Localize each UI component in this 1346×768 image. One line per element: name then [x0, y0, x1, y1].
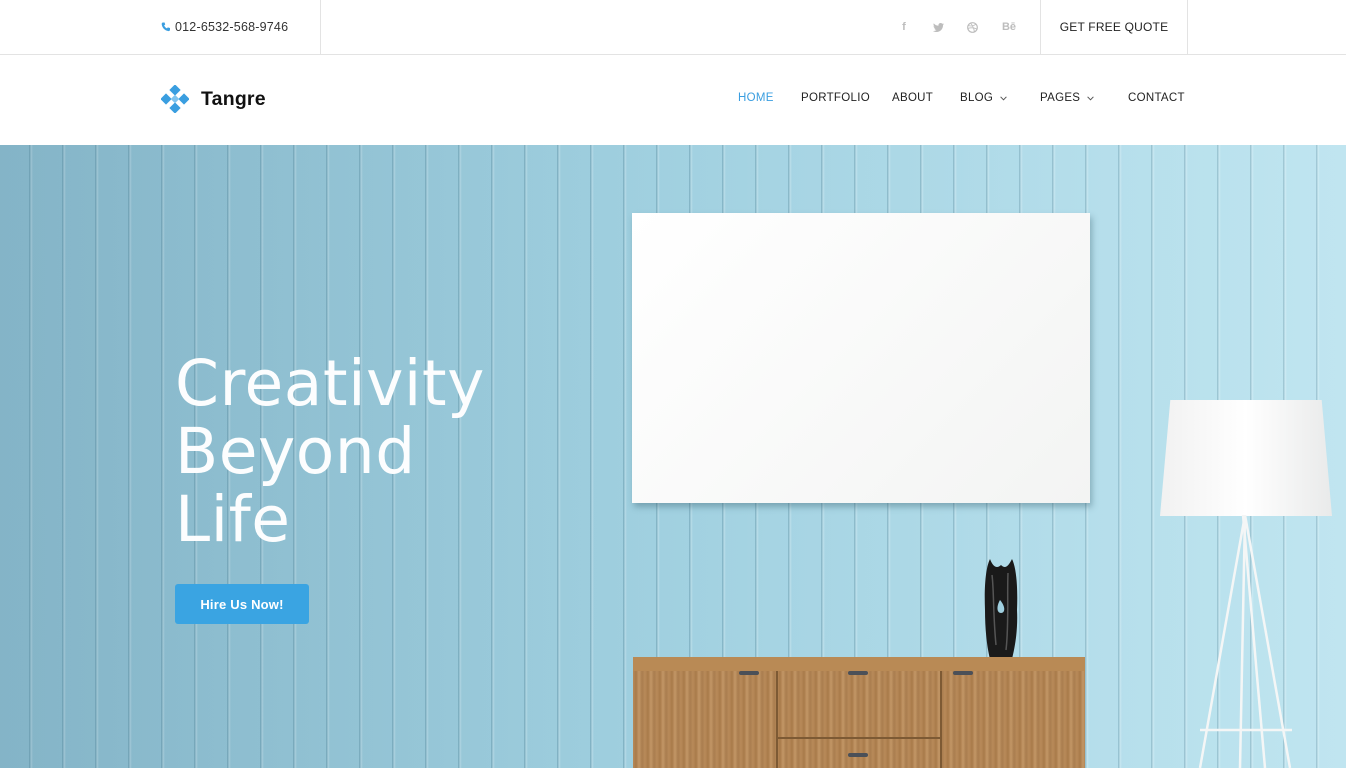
- nav-item-portfolio[interactable]: PORTFOLIO: [801, 92, 870, 104]
- divider: [1187, 0, 1188, 54]
- nav-item-home[interactable]: HOME: [738, 92, 774, 104]
- hero-blank-canvas-frame: [632, 213, 1090, 503]
- nav-label: PAGES: [1040, 92, 1081, 104]
- facebook-icon[interactable]: f: [896, 19, 912, 35]
- twitter-icon[interactable]: [930, 19, 946, 35]
- divider: [320, 0, 321, 54]
- nav-label: CONTACT: [1128, 92, 1185, 104]
- brand-logo[interactable]: Tangre: [161, 85, 266, 113]
- behance-icon[interactable]: Bē: [998, 19, 1020, 35]
- chevron-down-icon: [1087, 95, 1095, 101]
- headline-line: Creativity: [175, 347, 485, 420]
- nav-item-about[interactable]: ABOUT: [892, 92, 933, 104]
- cabinet-handle: [739, 671, 759, 675]
- headline-line: Beyond: [175, 415, 416, 488]
- wooden-cabinet: [633, 657, 1085, 768]
- dribbble-icon[interactable]: [964, 19, 980, 35]
- cabinet-handle: [953, 671, 973, 675]
- phone-contact[interactable]: 012-6532-568-9746: [161, 19, 288, 35]
- brand-name: Tangre: [201, 87, 266, 110]
- nav-label: PORTFOLIO: [801, 92, 870, 104]
- nav-label: BLOG: [960, 92, 994, 104]
- social-links: f Bē: [896, 18, 1020, 36]
- phone-number: 012-6532-568-9746: [175, 20, 289, 34]
- chevron-down-icon: [1000, 95, 1007, 101]
- top-bar: 012-6532-568-9746 f Bē GET FREE QUOTE: [0, 0, 1346, 55]
- hire-us-button[interactable]: Hire Us Now!: [175, 584, 309, 624]
- logo-icon: [161, 85, 189, 113]
- lamp-shade: [1160, 400, 1332, 516]
- nav-item-contact[interactable]: CONTACT: [1128, 92, 1185, 104]
- cabinet-handle: [848, 753, 868, 757]
- nav-label: ABOUT: [892, 92, 934, 104]
- get-free-quote-button[interactable]: GET FREE QUOTE: [1041, 0, 1187, 54]
- headline-line: Life: [175, 483, 291, 556]
- lamp-stand: [1198, 515, 1292, 768]
- main-navbar: Tangre HOME PORTFOLIO ABOUT BLOG PAGES C…: [0, 55, 1346, 145]
- phone-icon: [161, 22, 170, 32]
- nav-item-pages[interactable]: PAGES: [1040, 92, 1095, 104]
- nav-label: HOME: [738, 92, 774, 104]
- sculpture-figurine: [984, 559, 1018, 659]
- hero-headline: Creativity Beyond Life: [175, 350, 485, 554]
- cabinet-handle: [848, 671, 868, 675]
- hero-section: Creativity Beyond Life Hire Us Now!: [0, 145, 1346, 768]
- nav-item-blog[interactable]: BLOG: [960, 92, 1007, 104]
